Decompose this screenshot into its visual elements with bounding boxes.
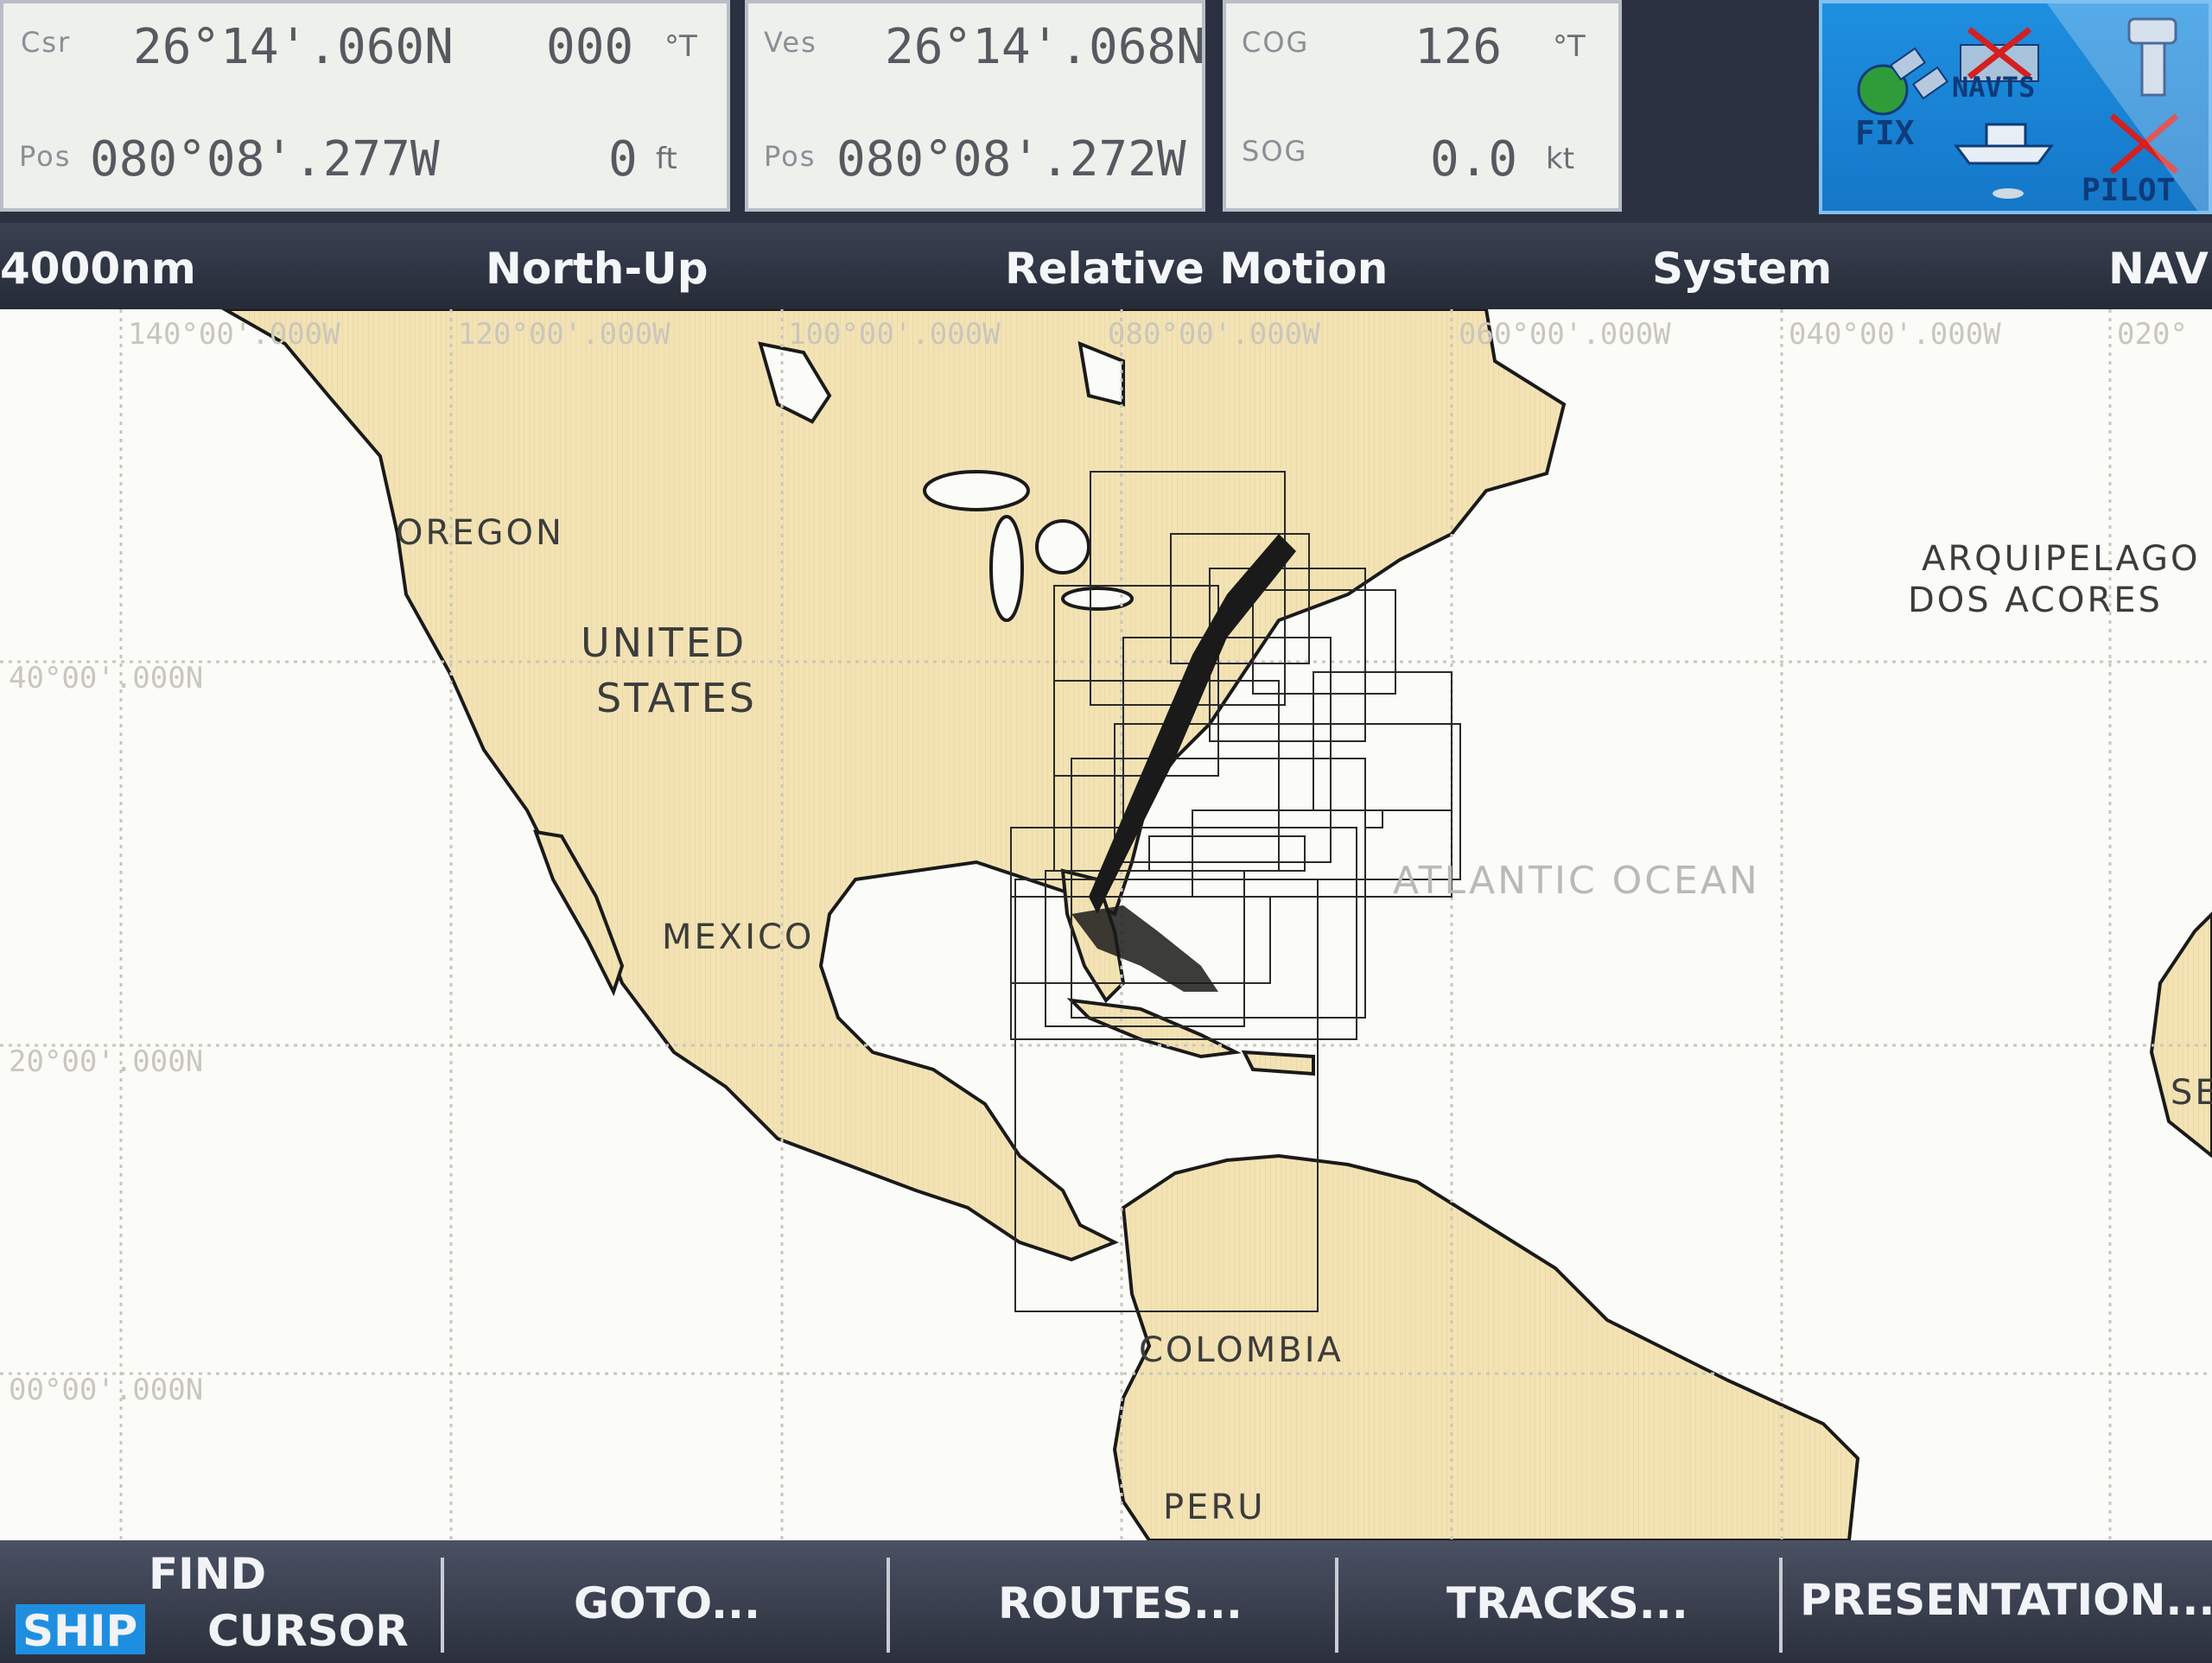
boat-icon <box>1954 123 2054 199</box>
depth-value: 0 <box>608 131 638 187</box>
cog-label: COG <box>1242 26 1310 59</box>
cursor-heading-unit: °T <box>664 29 697 64</box>
softkey-bar: FIND SHIP CURSOR GOTO... ROUTES... TRACK… <box>0 1540 2212 1663</box>
cog-unit: °T <box>1553 29 1586 64</box>
label-azores-1: ARQUIPELAGO <box>1922 539 2200 579</box>
vessel-latitude: 26°14'.068N <box>885 19 1205 75</box>
label-peru: PERU <box>1163 1488 1265 1527</box>
cursor-latitude: 26°14'.060N <box>133 19 454 75</box>
presentation-key[interactable]: PRESENTATION... <box>1783 1540 2212 1663</box>
lon-label-140w: 140°00'.000W <box>128 317 340 352</box>
sog-unit: kt <box>1546 142 1575 176</box>
presentation-label: PRESENTATION... <box>1800 1575 2212 1625</box>
sog-label: SOG <box>1242 135 1308 168</box>
tracks-key[interactable]: TRACKS... <box>1338 1540 1779 1663</box>
lake-superior <box>923 470 1030 511</box>
lon-label-020w: 020° <box>2117 317 2188 352</box>
cursor-pos-label: Pos <box>19 140 72 173</box>
cursor-label[interactable]: CURSOR <box>207 1606 409 1656</box>
lat-label-40n: 40°00'.000N <box>9 661 203 695</box>
lon-label-040w: 040°00'.000W <box>1789 317 2001 352</box>
range-scale[interactable]: 4000nm <box>0 244 196 294</box>
cursor-longitude: 080°08'.277W <box>90 131 440 187</box>
ves-label: Ves <box>764 26 817 59</box>
goto-label: GOTO... <box>574 1578 761 1628</box>
status-box[interactable]: FIX NAVTS PILOT <box>1819 0 2212 214</box>
system-mode[interactable]: System <box>1652 244 1832 294</box>
cursor-data-panel: Csr 26°14'.060N 000 °T Pos 080°08'.277W … <box>0 0 730 212</box>
nautical-chart[interactable]: 140°00'.000W 120°00'.000W 100°00'.000W 0… <box>0 309 2212 1540</box>
vessel-pos-label: Pos <box>764 140 817 173</box>
label-colombia: COLOMBIA <box>1139 1330 1344 1370</box>
label-states: STATES <box>596 675 757 721</box>
sog-value: 0.0 <box>1430 131 1518 187</box>
vessel-longitude: 080°08'.272W <box>836 131 1186 187</box>
depth-unit: ft <box>656 142 677 176</box>
lon-label-060w: 060°00'.000W <box>1459 317 1671 352</box>
motion-mode[interactable]: Relative Motion <box>1005 244 1388 294</box>
vessel-data-panel: Ves 26°14'.068N Pos 080°08'.272W <box>745 0 1205 212</box>
nav-mode[interactable]: NAV <box>2108 244 2209 294</box>
lat-label-00n: 00°00'.000N <box>9 1373 203 1407</box>
csr-label: Csr <box>21 26 72 59</box>
label-atlantic-ocean: ATLANTIC OCEAN <box>1393 859 1760 903</box>
ship-label[interactable]: SHIP <box>22 1606 137 1656</box>
label-azores-2: DOS ACORES <box>1908 581 2163 620</box>
lon-label-100w: 100°00'.000W <box>788 317 1001 352</box>
lake-michigan <box>989 515 1024 622</box>
lon-label-080w: 080°00'.000W <box>1108 317 1320 352</box>
satellite-icon <box>1857 47 1949 116</box>
cuba-land <box>1066 998 1242 1059</box>
orientation-mode[interactable]: North-Up <box>486 244 709 294</box>
lon-label-120w: 120°00'.000W <box>458 317 671 352</box>
africa-land <box>2149 911 2212 1158</box>
routes-label: ROUTES... <box>998 1578 1243 1628</box>
routes-key[interactable]: ROUTES... <box>890 1540 1335 1663</box>
north-america-land <box>220 309 1567 1262</box>
pilot-label: PILOT <box>2082 173 2176 208</box>
cursor-heading: 000 <box>546 19 634 75</box>
cog-value: 126 <box>1414 19 1503 75</box>
lake-huron <box>1035 519 1090 574</box>
find-ship-cursor-key[interactable]: FIND SHIP CURSOR <box>0 1540 441 1663</box>
goto-key[interactable]: GOTO... <box>444 1540 887 1663</box>
label-united: UNITED <box>581 619 747 666</box>
chartplotter-screen: Csr 26°14'.060N 000 °T Pos 080°08'.277W … <box>0 0 2212 1663</box>
tracks-label: TRACKS... <box>1446 1578 1688 1628</box>
label-oregon: OREGON <box>396 513 564 553</box>
navtex-label: NAVTS <box>1952 71 2036 104</box>
label-se: SE <box>2171 1073 2212 1113</box>
mode-bar: 4000nm North-Up Relative Motion System N… <box>0 223 2212 309</box>
cog-sog-panel: COG 126 °T SOG 0.0 kt <box>1223 0 1622 212</box>
chart-canvas: 140°00'.000W 120°00'.000W 100°00'.000W 0… <box>0 309 2212 1540</box>
hispaniola-land <box>1241 1050 1315 1076</box>
fix-label: FIX <box>1855 114 1915 152</box>
label-mexico: MEXICO <box>662 917 814 957</box>
find-label: FIND <box>149 1549 267 1599</box>
lat-label-20n: 20°00'.000N <box>9 1044 203 1079</box>
